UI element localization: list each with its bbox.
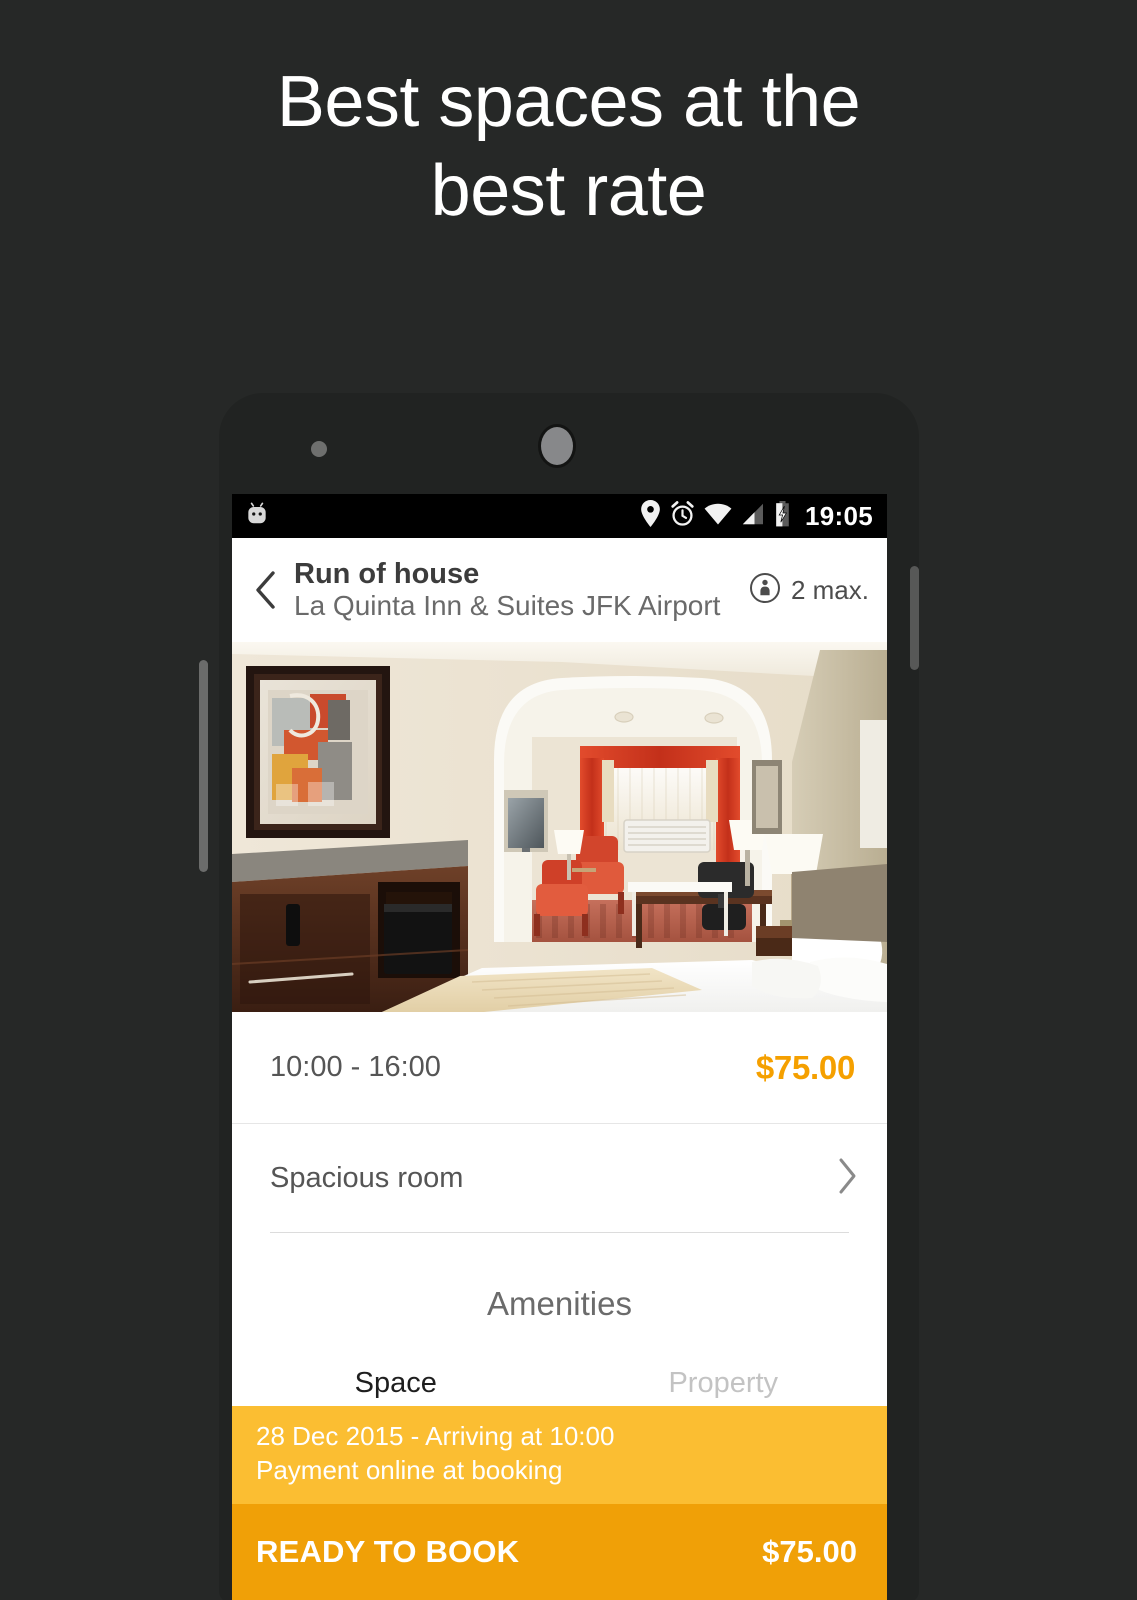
price-row: 10:00 - 16:00 $75.00 [232, 1012, 887, 1124]
promo-headline-line2: best rate [430, 150, 707, 231]
android-robot-icon [244, 501, 270, 532]
ready-to-book-button[interactable]: READY TO BOOK $75.00 [232, 1504, 887, 1600]
booking-payment-line: Payment online at booking [256, 1455, 563, 1486]
chevron-left-icon [256, 571, 275, 609]
wifi-icon [704, 503, 732, 530]
person-info-circle-icon [749, 572, 781, 609]
booking-date-line: 28 Dec 2015 - Arriving at 10:00 [256, 1421, 615, 1452]
location-pin-icon [640, 500, 661, 532]
amenities-heading: Amenities [232, 1233, 887, 1323]
status-bar-right: 19:05 [640, 500, 873, 532]
power-button[interactable] [910, 566, 919, 670]
tab-space[interactable]: Space [232, 1367, 560, 1400]
front-camera-icon [541, 427, 573, 465]
app-bar-titles: Run of house La Quinta Inn & Suites JFK … [284, 558, 743, 623]
status-bar-left [244, 501, 640, 532]
time-range-label: 10:00 - 16:00 [270, 1051, 441, 1083]
volume-button[interactable] [199, 660, 208, 872]
room-detail-row[interactable]: Spacious room [232, 1124, 887, 1232]
proximity-sensor-icon [311, 441, 327, 457]
chevron-right-icon [837, 1157, 859, 1200]
promo-headline-line1: Best spaces at the [276, 62, 861, 142]
cell-signal-icon [741, 503, 765, 530]
phone-screen: 19:05 Run of house La Quinta Inn & Suite… [232, 494, 887, 1600]
occupancy-label: 2 max. [790, 574, 869, 605]
booking-total-amount: $75.00 [762, 1534, 857, 1569]
app-bar: Run of house La Quinta Inn & Suites JFK … [232, 538, 887, 642]
page-title: Run of house [294, 557, 480, 590]
booking-bottom-bars: 28 Dec 2015 - Arriving at 10:00 Payment … [232, 1406, 887, 1600]
status-bar: 19:05 [232, 494, 887, 538]
battery-charging-icon [774, 500, 791, 532]
page-subtitle: La Quinta Inn & Suites JFK Airport [294, 590, 721, 621]
amenities-tabs: Space Property [232, 1323, 887, 1400]
alarm-clock-icon [670, 500, 695, 532]
ready-to-book-label: READY TO BOOK [256, 1534, 520, 1569]
room-detail-label: Spacious room [270, 1161, 464, 1194]
occupancy-info[interactable]: 2 max. [742, 571, 869, 609]
status-bar-clock: 19:05 [805, 500, 873, 531]
tab-property[interactable]: Property [560, 1367, 888, 1400]
price-amount: $75.00 [755, 1048, 855, 1086]
booking-info-bar[interactable]: 28 Dec 2015 - Arriving at 10:00 Payment … [232, 1406, 887, 1504]
screenshot-stage: Best spaces at the best rate 19:05 Run o… [0, 0, 1137, 1600]
back-button[interactable] [248, 570, 284, 610]
hotel-room-illustration [232, 642, 887, 1012]
promo-headline: Best spaces at the best rate [0, 58, 1137, 235]
hotel-room-photo[interactable] [232, 642, 887, 1012]
